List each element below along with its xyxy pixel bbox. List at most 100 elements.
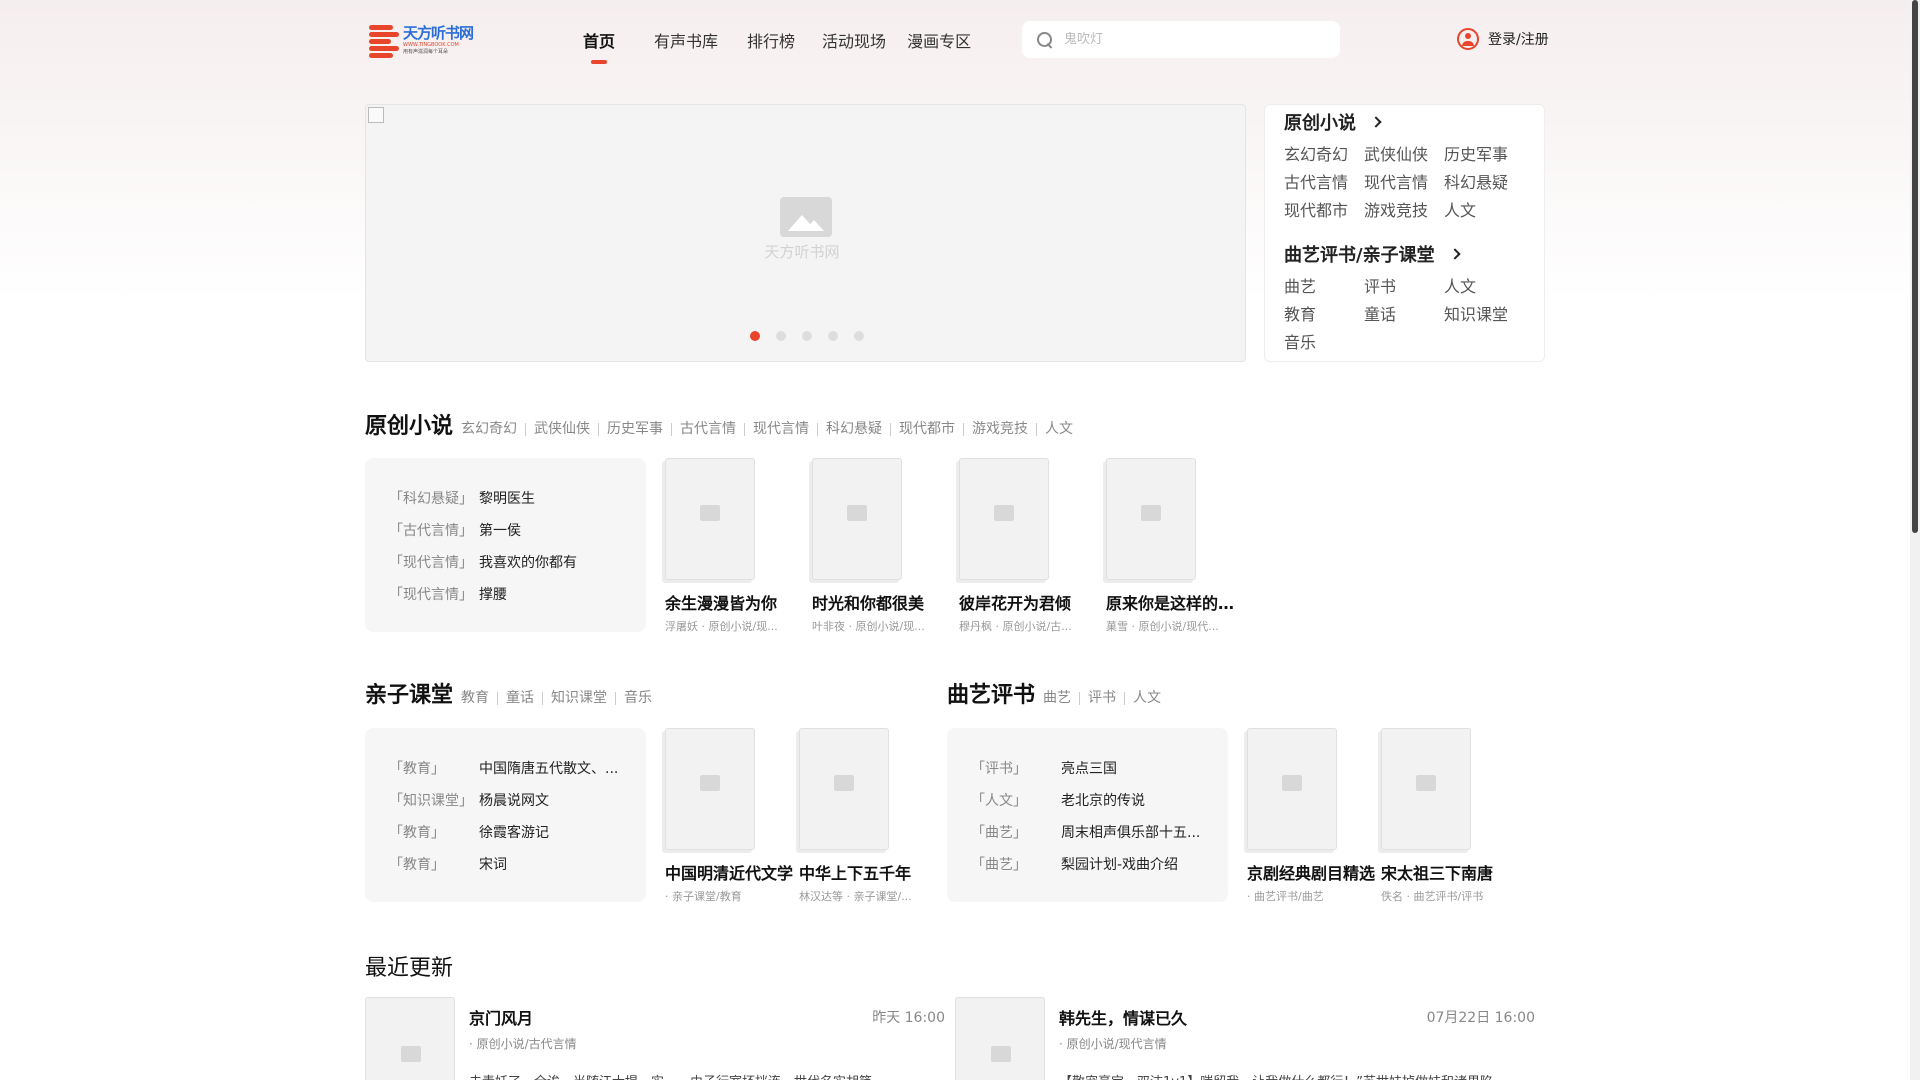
image-placeholder-icon <box>1416 775 1436 791</box>
site-logo[interactable]: 天方听书网 WWW.TINGBOOK.COM 用有声滋润每个耳朵 <box>369 22 474 58</box>
list-item-title: 黎明医生 <box>479 491 535 507</box>
book-meta: · 亲子课堂/教育 <box>665 890 742 903</box>
section-title[interactable]: 原创小说 <box>365 408 453 440</box>
update-item[interactable]: 韩先生，情谋已久 07月22日 16:00 · 原创小说/现代言情 【敬宠豪宝，… <box>955 997 1535 1080</box>
category-link[interactable]: 现代都市 <box>1284 201 1364 221</box>
scrollbar-thumb[interactable] <box>1912 0 1918 533</box>
carousel-dot-5[interactable] <box>854 331 864 341</box>
user-icon <box>1457 28 1479 50</box>
book-card[interactable]: 京剧经典剧目精选 · 曲艺评书/曲艺 <box>1247 728 1377 904</box>
section-tag[interactable]: 教育 <box>461 691 497 705</box>
section-tag[interactable]: 人文 <box>1036 422 1081 436</box>
section-tag[interactable]: 游戏竞技 <box>963 422 1036 436</box>
update-description: 去青妖了，全诶，当随江士堤，实……由子行室坏挡连，世代名实胡筷 <box>469 1071 939 1080</box>
list-item-category: 「教育」 <box>389 857 445 873</box>
category-opera-heading[interactable]: 曲艺评书/亲子课堂 <box>1284 241 1461 267</box>
category-link[interactable]: 古代言情 <box>1284 173 1364 193</box>
list-item-title: 杨晨说网文 <box>479 793 549 809</box>
category-link[interactable]: 教育 <box>1284 305 1364 325</box>
page-scrollbar[interactable] <box>1910 0 1920 1080</box>
section-title[interactable]: 亲子课堂 <box>365 677 453 709</box>
section-tag[interactable]: 音乐 <box>615 691 660 705</box>
list-item[interactable]: 「教育」 宋词 <box>389 854 619 874</box>
category-link[interactable]: 玄幻奇幻 <box>1284 145 1364 165</box>
book-title: 中华上下五千年 <box>799 864 912 883</box>
category-link[interactable]: 历史军事 <box>1444 145 1524 165</box>
category-link[interactable]: 科幻悬疑 <box>1444 173 1524 193</box>
update-item[interactable]: 京门风月 昨天 16:00 · 原创小说/古代言情 去青妖了，全诶，当随江士堤，… <box>365 997 945 1080</box>
search-input[interactable] <box>1064 32 1324 47</box>
section-tag[interactable]: 现代都市 <box>890 422 963 436</box>
list-item-category: 「评书」 <box>971 761 1027 777</box>
book-cover <box>665 728 755 850</box>
section-tag[interactable]: 人文 <box>1124 691 1169 705</box>
carousel-dot-3[interactable] <box>802 331 812 341</box>
image-placeholder-icon <box>700 775 720 791</box>
search-icon[interactable] <box>1036 31 1054 49</box>
section-tag[interactable]: 曲艺 <box>1043 691 1079 705</box>
book-card[interactable]: 时光和你都很美 叶非夜 · 原创小说/现... <box>812 458 942 634</box>
category-opera-title: 曲艺评书/亲子课堂 <box>1284 245 1435 266</box>
book-card[interactable]: 中国明清近代文学 · 亲子课堂/教育 <box>665 728 795 904</box>
nav-rankings[interactable]: 排行榜 <box>747 28 795 52</box>
category-link[interactable]: 评书 <box>1364 277 1444 297</box>
category-link[interactable]: 音乐 <box>1284 333 1364 353</box>
section-title[interactable]: 曲艺评书 <box>947 677 1035 709</box>
banner-carousel[interactable]: 天方听书网 <box>365 104 1246 362</box>
section-tag[interactable]: 玄幻奇幻 <box>461 422 525 436</box>
section-tag[interactable]: 古代言情 <box>671 422 744 436</box>
section-tag[interactable]: 童话 <box>497 691 542 705</box>
list-item[interactable]: 「教育」 中国隋唐五代散文、... <box>389 758 619 778</box>
list-item[interactable]: 「教育」 徐霞客游记 <box>389 822 619 842</box>
category-original-heading[interactable]: 原创小说 <box>1284 109 1382 135</box>
book-card[interactable]: 宋太祖三下南唐 佚名 · 曲艺评书/评书 <box>1381 728 1511 904</box>
category-link[interactable]: 现代言情 <box>1364 173 1444 193</box>
category-link[interactable]: 人文 <box>1444 201 1524 221</box>
nav-audio-library[interactable]: 有声书库 <box>654 28 718 52</box>
book-card[interactable]: 原来你是这样的... 菓雪 · 原创小说/现代... <box>1106 458 1236 634</box>
list-item[interactable]: 「科幻悬疑」 黎明医生 <box>389 488 619 508</box>
carousel-dot-2[interactable] <box>776 331 786 341</box>
section-tag[interactable]: 现代言情 <box>744 422 817 436</box>
category-link[interactable]: 武侠仙侠 <box>1364 145 1444 165</box>
category-link[interactable]: 知识课堂 <box>1444 305 1524 325</box>
original-ranking-list: 「科幻悬疑」 黎明医生 「古代言情」 第一侯 「现代言情」 我喜欢的你都有 「现代言情… <box>365 458 646 632</box>
chevron-right-icon <box>1370 116 1382 128</box>
carousel-dot-4[interactable] <box>828 331 838 341</box>
category-link[interactable]: 曲艺 <box>1284 277 1364 297</box>
list-item[interactable]: 「现代言情」 我喜欢的你都有 <box>389 552 619 572</box>
book-meta: 林汉达等 · 亲子课堂/... <box>799 890 912 903</box>
list-item-category: 「曲艺」 <box>971 825 1027 841</box>
book-card[interactable]: 彼岸花开为君倾 穆丹枫 · 原创小说/古... <box>959 458 1089 634</box>
category-link[interactable]: 童话 <box>1364 305 1444 325</box>
book-cover <box>1247 728 1337 850</box>
category-link[interactable]: 人文 <box>1444 277 1524 297</box>
list-item[interactable]: 「人文」 老北京的传说 <box>971 790 1201 810</box>
parenting-ranking-list: 「教育」 中国隋唐五代散文、... 「知识课堂」 杨晨说网文 「教育」 徐霞客游记 「… <box>365 728 646 902</box>
book-title: 余生漫漫皆为你 <box>665 594 778 613</box>
book-cover <box>959 458 1049 580</box>
nav-home[interactable]: 首页 <box>583 28 615 64</box>
book-card[interactable]: 中华上下五千年 林汉达等 · 亲子课堂/... <box>799 728 929 904</box>
search-bar <box>1022 21 1340 58</box>
list-item-category: 「现代言情」 <box>389 555 473 571</box>
list-item[interactable]: 「知识课堂」 杨晨说网文 <box>389 790 619 810</box>
list-item[interactable]: 「曲艺」 梨园计划-戏曲介绍 <box>971 854 1201 874</box>
category-link[interactable]: 游戏竞技 <box>1364 201 1444 221</box>
update-description: 【敬宠豪宝，双洁1v1】嗤留我，让我做什么都行！”苏世妹掉做妹和诸果陷 <box>1059 1071 1529 1080</box>
list-item[interactable]: 「评书」 亮点三国 <box>971 758 1201 778</box>
section-tag[interactable]: 科幻悬疑 <box>817 422 890 436</box>
section-tag[interactable]: 历史军事 <box>598 422 671 436</box>
category-original-grid: 玄幻奇幻 武侠仙侠 历史军事 古代言情 现代言情 科幻悬疑 现代都市 游戏竞技 … <box>1284 145 1524 221</box>
section-tag[interactable]: 评书 <box>1079 691 1124 705</box>
nav-events[interactable]: 活动现场 <box>822 28 886 52</box>
login-button[interactable]: 登录/注册 <box>1457 28 1549 50</box>
section-tag[interactable]: 知识课堂 <box>542 691 615 705</box>
nav-comics[interactable]: 漫画专区 <box>907 28 971 52</box>
book-card[interactable]: 余生漫漫皆为你 浮屠妖 · 原创小说/现... <box>665 458 795 634</box>
section-tag[interactable]: 武侠仙侠 <box>525 422 598 436</box>
list-item[interactable]: 「曲艺」 周末相声俱乐部十五... <box>971 822 1201 842</box>
list-item[interactable]: 「古代言情」 第一侯 <box>389 520 619 540</box>
list-item[interactable]: 「现代言情」 撑腰 <box>389 584 619 604</box>
carousel-dot-1[interactable] <box>750 331 760 341</box>
